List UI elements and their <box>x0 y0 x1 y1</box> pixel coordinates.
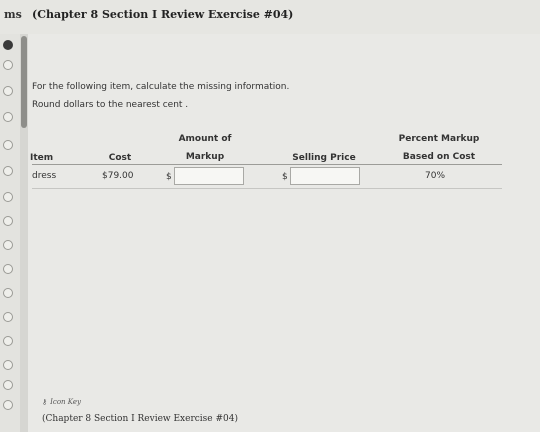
question-status-icon[interactable] <box>3 312 13 322</box>
header-markup-line2: Markup <box>185 152 225 162</box>
header-divider <box>32 164 502 165</box>
rounding-instruction: Round dollars to the nearest cent . <box>32 100 189 110</box>
key-icon: ⚷ <box>42 398 48 406</box>
question-status-icon[interactable] <box>3 360 13 370</box>
left-label: ms <box>4 8 22 21</box>
instruction-text: For the following item, calculate the mi… <box>32 82 290 92</box>
question-status-icon[interactable] <box>3 166 13 176</box>
question-status-icon[interactable] <box>3 400 13 410</box>
header-percent-line1: Percent Markup <box>398 134 480 144</box>
question-status-icon[interactable] <box>3 264 13 274</box>
question-status-icon[interactable] <box>3 240 13 250</box>
icon-key-label: Icon Key <box>50 398 81 406</box>
header-percent-line2: Based on Cost <box>402 152 476 162</box>
question-status-icon[interactable] <box>3 112 13 122</box>
question-status-icon[interactable] <box>3 336 13 346</box>
question-status-icon[interactable] <box>3 192 13 202</box>
question-status-icon[interactable] <box>3 380 13 390</box>
cost-value: $79.00 <box>102 171 134 181</box>
item-name: dress <box>32 171 57 181</box>
top-bar: ms (Chapter 8 Section I Review Exercise … <box>0 0 540 35</box>
icon-key-link[interactable]: ⚷ Icon Key <box>42 398 81 406</box>
question-status-icon[interactable] <box>3 288 13 298</box>
question-status-icon[interactable] <box>3 60 13 70</box>
question-status-icon[interactable] <box>3 86 13 96</box>
amount-of-markup-input[interactable] <box>174 167 244 185</box>
question-status-icon[interactable] <box>3 40 13 50</box>
footer-exercise-title: (Chapter 8 Section I Review Exercise #04… <box>42 414 238 424</box>
header-markup-line1: Amount of <box>178 134 232 144</box>
markup-dollar-sign: $ <box>166 172 172 182</box>
percent-markup-value: 70% <box>425 171 446 181</box>
question-status-icon[interactable] <box>3 140 13 150</box>
exercise-title: (Chapter 8 Section I Review Exercise #04… <box>32 8 294 21</box>
question-status-icon[interactable] <box>3 216 13 226</box>
vertical-scrollbar[interactable] <box>20 34 28 432</box>
question-nav-rail <box>0 34 21 432</box>
selling-price-input[interactable] <box>290 167 360 185</box>
row-divider <box>32 188 502 189</box>
question-content: For the following item, calculate the mi… <box>28 34 540 432</box>
selling-dollar-sign: $ <box>282 172 288 182</box>
scrollbar-thumb[interactable] <box>21 36 27 128</box>
